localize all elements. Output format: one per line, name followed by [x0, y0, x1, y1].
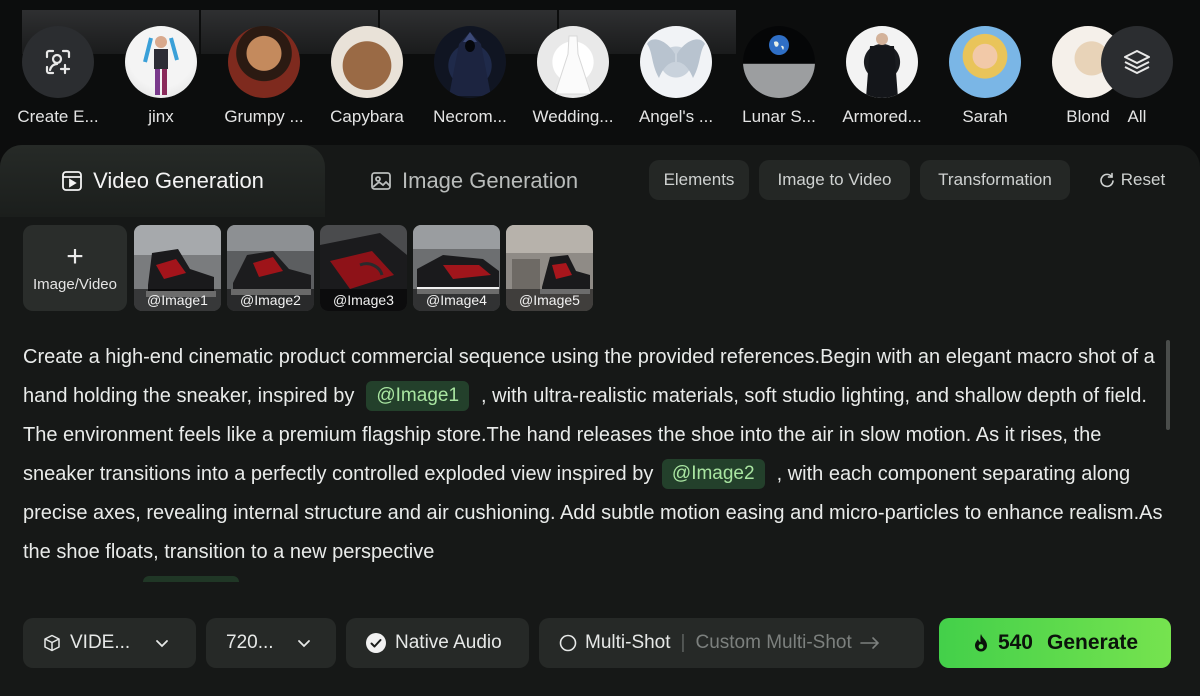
- earth-figure: [769, 35, 789, 55]
- model-value: VIDE...: [70, 632, 131, 653]
- element-label: Grumpy ...: [224, 107, 304, 126]
- layers-icon: [1124, 50, 1150, 74]
- generate-label: Generate: [1047, 631, 1139, 654]
- element-avatar: [125, 26, 197, 98]
- all-elements-button[interactable]: All: [1087, 26, 1187, 127]
- cube-icon: [44, 634, 60, 652]
- element-angels[interactable]: Angel's ...: [626, 26, 726, 127]
- reference-image-5[interactable]: @Image5: [506, 225, 593, 311]
- element-avatar: [846, 26, 918, 98]
- resolution-select[interactable]: 720...: [206, 618, 336, 668]
- element-armored[interactable]: Armored...: [832, 26, 932, 127]
- element-necromancer[interactable]: Necrom...: [420, 26, 520, 127]
- refresh-icon: [1100, 172, 1114, 188]
- check-circle-icon: [366, 633, 386, 653]
- element-label: Capybara: [330, 107, 404, 126]
- reference-label: @Image3: [320, 289, 407, 311]
- element-avatar: [949, 26, 1021, 98]
- character-figure: [866, 33, 898, 98]
- element-avatar: [743, 26, 815, 98]
- tab-image-label: Image Generation: [402, 168, 579, 193]
- element-label: Armored...: [842, 107, 922, 126]
- multi-shot-toggle[interactable]: Multi-Shot | Custom Multi-Shot: [539, 618, 924, 668]
- native-audio-label: Native Audio: [395, 632, 502, 653]
- tab-image-generation[interactable]: Image Generation: [370, 163, 578, 199]
- element-label: jinx: [148, 107, 174, 126]
- image-icon: [371, 172, 391, 190]
- arrow-right-icon: [859, 637, 879, 649]
- create-element-circle[interactable]: [22, 26, 94, 98]
- create-element-label: Create E...: [17, 107, 99, 126]
- generation-panel: Video Generation Image Generation Elemen…: [0, 145, 1200, 696]
- prompt-tag-image2[interactable]: @Image2: [661, 459, 765, 489]
- element-avatar: [537, 26, 609, 98]
- element-jinx[interactable]: jinx: [111, 26, 211, 127]
- resolution-value: 720...: [226, 632, 274, 653]
- create-element-button[interactable]: Create E...: [8, 26, 108, 127]
- prompt-tag-image1[interactable]: @Image1: [366, 381, 470, 411]
- wings-figure: [647, 39, 705, 78]
- element-label: Necrom...: [433, 107, 507, 126]
- generate-button[interactable]: 540 Generate: [939, 618, 1171, 668]
- element-sarah[interactable]: Sarah: [935, 26, 1035, 127]
- credits-value: 540: [997, 631, 1033, 654]
- add-element-icon: [45, 49, 71, 75]
- native-audio-toggle[interactable]: Native Audio: [346, 618, 529, 668]
- element-lunar[interactable]: Lunar S...: [729, 26, 829, 127]
- element-label: Angel's ...: [638, 107, 714, 126]
- reset-button[interactable]: Reset: [1082, 160, 1182, 200]
- chevron-down-icon: [156, 640, 169, 648]
- reference-label: @Image2: [227, 289, 314, 311]
- element-avatar: [228, 26, 300, 98]
- element-label: Lunar S...: [742, 107, 816, 126]
- reference-image-2[interactable]: @Image2: [227, 225, 314, 311]
- plus-icon: +: [66, 239, 84, 273]
- mode-image-to-video-button[interactable]: Image to Video: [759, 160, 910, 200]
- custom-multi-shot-link[interactable]: Custom Multi-Shot: [695, 632, 851, 654]
- mode-transformation-button[interactable]: Transformation: [920, 160, 1070, 200]
- reset-label: Reset: [1120, 170, 1166, 189]
- dress-figure: [554, 35, 592, 95]
- character-figure: [143, 36, 179, 95]
- element-grumpy[interactable]: Grumpy ...: [214, 26, 314, 127]
- element-label: Sarah: [962, 107, 1008, 126]
- video-icon: [62, 171, 82, 191]
- element-avatar: [434, 26, 506, 98]
- radio-circle-icon: [559, 634, 577, 652]
- tab-video-label: Video Generation: [93, 168, 264, 193]
- tab-video-generation[interactable]: Video Generation: [0, 145, 325, 217]
- element-label: Wedding...: [532, 107, 614, 126]
- upload-label: Image/Video: [33, 275, 117, 293]
- all-elements-label: All: [1127, 107, 1147, 126]
- mode-elements-button[interactable]: Elements: [649, 160, 749, 200]
- element-avatar: [640, 26, 712, 98]
- prompt-scrollbar[interactable]: [1166, 340, 1170, 430]
- reference-label: @Image1: [134, 289, 221, 311]
- reference-label: @Image4: [413, 289, 500, 311]
- prompt-tag-partial: [143, 576, 239, 582]
- reference-label: @Image5: [506, 289, 593, 311]
- element-carousel-area: Create E... jinx Grumpy ... Capybara Nec…: [0, 0, 1200, 140]
- element-avatar: [331, 26, 403, 98]
- model-select[interactable]: VIDE...: [23, 618, 196, 668]
- upload-image-video-button[interactable]: + Image/Video: [23, 225, 127, 311]
- reference-image-1[interactable]: @Image1: [134, 225, 221, 311]
- flame-icon: [974, 634, 987, 652]
- divider: |: [680, 632, 686, 653]
- chevron-down-icon: [297, 640, 310, 648]
- character-figure: [449, 32, 491, 96]
- reference-image-3[interactable]: @Image3: [320, 225, 407, 311]
- element-wedding[interactable]: Wedding...: [523, 26, 623, 127]
- element-carousel: Create E... jinx Grumpy ... Capybara Nec…: [0, 26, 1200, 136]
- multi-shot-label: Multi-Shot: [585, 632, 671, 653]
- all-elements-circle[interactable]: [1101, 26, 1173, 98]
- reference-image-4[interactable]: @Image4: [413, 225, 500, 311]
- element-capybara[interactable]: Capybara: [317, 26, 417, 127]
- prompt-textarea[interactable]: Create a high-end cinematic product comm…: [23, 338, 1163, 578]
